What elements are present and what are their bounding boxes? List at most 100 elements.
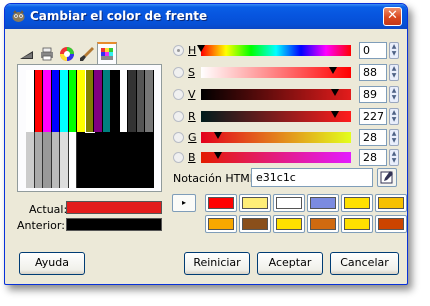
history-color bbox=[378, 218, 404, 230]
history-swatch[interactable] bbox=[205, 215, 237, 233]
label-g: G bbox=[188, 131, 197, 144]
slider-row-s: S 88 ▲ ▼ bbox=[173, 64, 399, 82]
tab-scales[interactable] bbox=[17, 44, 37, 64]
spin-s[interactable]: 88 bbox=[359, 64, 387, 81]
scales-icon bbox=[20, 51, 33, 59]
add-to-history-button[interactable]: ▸ bbox=[172, 194, 196, 212]
marker-g[interactable] bbox=[213, 132, 222, 139]
tab-palette[interactable] bbox=[97, 42, 117, 64]
tab-cmyk[interactable] bbox=[37, 44, 57, 64]
marker-v[interactable] bbox=[330, 89, 339, 96]
marker-b[interactable] bbox=[213, 152, 222, 159]
palette-swatch[interactable] bbox=[128, 70, 137, 132]
spin-g[interactable]: 28 bbox=[359, 129, 387, 146]
cancel-button[interactable]: Cancelar bbox=[330, 252, 399, 275]
palette-swatch[interactable] bbox=[68, 70, 78, 132]
spin-r[interactable]: 227 bbox=[359, 108, 387, 125]
label-r: R bbox=[188, 110, 196, 123]
gimp-icon bbox=[12, 10, 25, 22]
spin-h-arrows[interactable]: ▲ ▼ bbox=[389, 42, 399, 59]
history-color bbox=[242, 197, 268, 209]
radio-g[interactable] bbox=[173, 132, 184, 143]
history-swatch[interactable] bbox=[341, 194, 373, 212]
palette-grid[interactable] bbox=[26, 69, 154, 188]
slider-g[interactable] bbox=[201, 132, 351, 143]
marker-h[interactable] bbox=[197, 45, 205, 52]
radio-s[interactable] bbox=[173, 67, 184, 78]
anterior-color-swatch[interactable] bbox=[66, 218, 162, 231]
radio-h[interactable] bbox=[173, 45, 184, 56]
history-swatch[interactable] bbox=[375, 215, 407, 233]
history-swatch[interactable] bbox=[307, 194, 339, 212]
radio-v[interactable] bbox=[173, 89, 184, 100]
palette-swatch[interactable] bbox=[102, 70, 112, 132]
history-color bbox=[310, 197, 336, 209]
spin-b[interactable]: 28 bbox=[359, 149, 387, 166]
spin-r-arrows[interactable]: ▲ ▼ bbox=[389, 108, 399, 125]
reset-button[interactable]: Reiniciar bbox=[184, 252, 250, 275]
spin-h[interactable]: 0 bbox=[359, 42, 387, 59]
palette-swatch[interactable] bbox=[68, 132, 78, 188]
palette-swatch[interactable] bbox=[51, 70, 61, 132]
history-swatch[interactable] bbox=[239, 215, 271, 233]
palette-swatch[interactable] bbox=[145, 70, 154, 132]
brush-icon bbox=[80, 47, 94, 61]
title-bar[interactable]: Cambiar el color de frente ✕ bbox=[5, 4, 407, 29]
marker-r[interactable] bbox=[330, 111, 339, 118]
tab-wheel[interactable] bbox=[57, 44, 77, 64]
tab-watercolor[interactable] bbox=[77, 44, 97, 64]
palette-swatch[interactable] bbox=[34, 70, 44, 132]
palette-swatch[interactable] bbox=[51, 132, 61, 188]
accept-button[interactable]: Aceptar bbox=[257, 252, 323, 275]
palette-swatch[interactable] bbox=[43, 132, 52, 188]
slider-row-r: R 227 ▲ ▼ bbox=[173, 108, 399, 126]
palette-swatch[interactable] bbox=[84, 69, 96, 133]
radio-r[interactable] bbox=[173, 111, 184, 122]
spin-v[interactable]: 89 bbox=[359, 86, 387, 103]
slider-row-v: V 89 ▲ ▼ bbox=[173, 86, 399, 104]
history-swatch[interactable] bbox=[375, 194, 407, 212]
history-swatch[interactable] bbox=[205, 194, 237, 212]
history-color bbox=[208, 218, 234, 230]
palette-swatch[interactable] bbox=[111, 70, 120, 132]
history-color bbox=[310, 218, 336, 230]
history-swatch[interactable] bbox=[341, 215, 373, 233]
spin-v-arrows[interactable]: ▲ ▼ bbox=[389, 86, 399, 103]
history-color bbox=[208, 197, 234, 209]
history-swatch[interactable] bbox=[273, 194, 305, 212]
palette-swatch[interactable] bbox=[43, 70, 52, 132]
history-swatch[interactable] bbox=[239, 194, 271, 212]
spin-b-arrows[interactable]: ▲ ▼ bbox=[389, 149, 399, 166]
history-color bbox=[276, 218, 302, 230]
printer-icon bbox=[41, 47, 53, 61]
palette-swatch[interactable] bbox=[26, 132, 35, 188]
palette-swatch[interactable] bbox=[94, 70, 103, 132]
palette-swatch[interactable] bbox=[119, 70, 129, 132]
slider-s[interactable] bbox=[201, 67, 351, 78]
history-swatch[interactable] bbox=[273, 215, 305, 233]
slider-b[interactable] bbox=[201, 152, 351, 163]
help-button[interactable]: Ayuda bbox=[19, 252, 85, 275]
slider-v[interactable] bbox=[201, 89, 351, 100]
radio-b[interactable] bbox=[173, 152, 184, 163]
label-h: H bbox=[188, 44, 197, 57]
palette-swatch[interactable] bbox=[26, 70, 35, 132]
palette-swatch[interactable] bbox=[136, 70, 146, 132]
slider-r[interactable] bbox=[201, 111, 351, 122]
slider-h[interactable] bbox=[197, 45, 351, 56]
palette-swatch[interactable] bbox=[60, 132, 69, 188]
spin-s-arrows[interactable]: ▲ ▼ bbox=[389, 64, 399, 81]
actual-color-swatch bbox=[66, 201, 162, 214]
history-swatch[interactable] bbox=[307, 215, 339, 233]
palette-swatch[interactable] bbox=[60, 70, 69, 132]
palette-panel bbox=[17, 64, 162, 192]
palette-swatch[interactable] bbox=[34, 132, 44, 188]
close-button[interactable]: ✕ bbox=[383, 7, 402, 26]
marker-s[interactable] bbox=[329, 67, 337, 74]
palette-swatch[interactable] bbox=[77, 70, 86, 132]
spin-g-arrows[interactable]: ▲ ▼ bbox=[389, 129, 399, 146]
palette-icon bbox=[101, 48, 113, 60]
html-notation-input[interactable]: e31c1c bbox=[251, 168, 373, 187]
anterior-label: Anterior: bbox=[17, 219, 65, 232]
color-picker-button[interactable] bbox=[377, 168, 397, 187]
